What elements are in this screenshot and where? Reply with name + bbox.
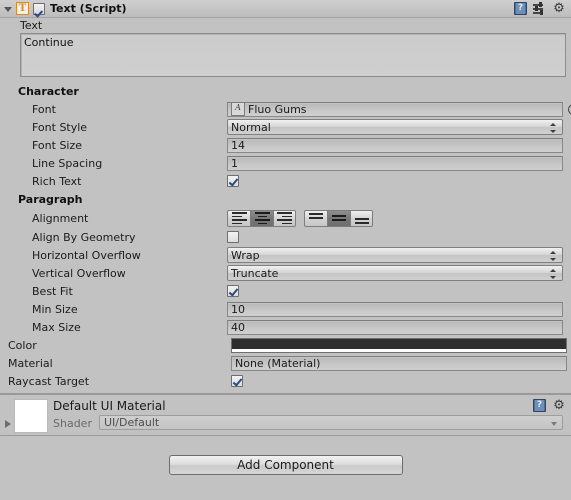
- row-alignment: Alignment: [0, 208, 571, 228]
- min-size-input[interactable]: 10: [227, 301, 563, 317]
- text-component-icon-letter: T: [18, 3, 27, 14]
- row-max-size: Max Size 40: [0, 318, 571, 336]
- best-fit-label: Best Fit: [32, 284, 73, 298]
- unity-inspector-panel: T Text (Script) ? ⚙ Text Continue Charac…: [0, 0, 571, 500]
- alignment-label: Alignment: [32, 211, 89, 225]
- raycast-target-checkbox[interactable]: [231, 375, 243, 387]
- shader-label: Shader: [53, 417, 92, 430]
- line-spacing-label: Line Spacing: [32, 156, 103, 170]
- align-bottom-button[interactable]: [350, 209, 373, 227]
- text-property-label-row: Text: [0, 18, 571, 33]
- text-property-label: Text: [20, 19, 43, 32]
- max-size-input[interactable]: 40: [227, 319, 563, 335]
- chevron-updown-icon: [550, 123, 557, 133]
- align-by-geometry-label: Align By Geometry: [32, 230, 136, 244]
- line-spacing-input[interactable]: 1: [227, 155, 563, 171]
- add-component-wrap: Add Component: [0, 455, 571, 475]
- material-header-icons: ? ⚙: [533, 399, 566, 412]
- material-subinspector: Default UI Material Shader UI/Default ? …: [0, 394, 571, 436]
- font-value: Fluo Gums: [248, 102, 307, 116]
- character-section-header: Character: [18, 84, 79, 98]
- vertical-alignment-group: [304, 209, 373, 227]
- font-object-picker-icon[interactable]: [566, 103, 571, 115]
- row-vertical-overflow: Vertical Overflow Truncate: [0, 264, 571, 282]
- chevron-down-icon: [551, 422, 557, 426]
- text-property-field-wrap: Continue: [0, 33, 571, 77]
- row-material: Material None (Material): [0, 354, 571, 372]
- row-color: Color: [0, 336, 571, 354]
- component-header-icons: ? ⚙: [514, 2, 566, 15]
- row-font-size: Font Size 14: [0, 136, 571, 154]
- add-component-button[interactable]: Add Component: [168, 455, 403, 475]
- row-rich-text: Rich Text: [0, 172, 571, 190]
- material-field[interactable]: None (Material): [231, 355, 567, 371]
- horizontal-alignment-group: [227, 209, 296, 227]
- gear-icon[interactable]: ⚙: [552, 2, 566, 15]
- material-label: Material: [8, 356, 53, 370]
- shader-dropdown[interactable]: UI/Default: [99, 415, 563, 430]
- help-icon[interactable]: ?: [514, 2, 527, 15]
- row-line-spacing: Line Spacing 1: [0, 154, 571, 172]
- shader-value: UI/Default: [104, 416, 160, 429]
- color-swatch[interactable]: [231, 337, 567, 353]
- chevron-updown-icon: [550, 269, 557, 279]
- material-title: Default UI Material: [53, 399, 166, 413]
- color-alpha-bar: [232, 348, 566, 352]
- max-size-label: Max Size: [32, 320, 81, 334]
- font-field[interactable]: A Fluo Gums: [227, 101, 563, 117]
- color-label: Color: [8, 338, 37, 352]
- component-title: Text (Script): [50, 2, 127, 15]
- chevron-updown-icon: [550, 251, 557, 261]
- align-center-button[interactable]: [250, 209, 273, 227]
- min-size-label: Min Size: [32, 302, 78, 316]
- row-font: Font A Fluo Gums: [0, 100, 571, 118]
- component-header[interactable]: T Text (Script) ? ⚙: [0, 0, 571, 18]
- row-align-by-geometry: Align By Geometry: [0, 228, 571, 246]
- font-asset-icon: A: [231, 102, 245, 116]
- gear-icon[interactable]: ⚙: [552, 399, 566, 412]
- component-enabled-checkbox[interactable]: [33, 2, 45, 15]
- align-left-button[interactable]: [227, 209, 250, 227]
- align-middle-button[interactable]: [327, 209, 350, 227]
- best-fit-checkbox[interactable]: [227, 285, 239, 297]
- font-label: Font: [32, 102, 56, 116]
- font-style-dropdown[interactable]: Normal: [227, 119, 563, 135]
- material-preview-thumbnail: [14, 399, 48, 433]
- preset-icon[interactable]: [533, 2, 546, 15]
- font-size-input[interactable]: 14: [227, 137, 563, 153]
- rich-text-label: Rich Text: [32, 174, 82, 188]
- row-min-size: Min Size 10: [0, 300, 571, 318]
- raycast-target-label: Raycast Target: [8, 374, 90, 388]
- text-component-icon: T: [16, 2, 29, 15]
- rich-text-checkbox[interactable]: [227, 175, 239, 187]
- align-top-button[interactable]: [304, 209, 327, 227]
- row-best-fit: Best Fit: [0, 282, 571, 300]
- vertical-overflow-value: Truncate: [231, 266, 279, 280]
- text-input[interactable]: Continue: [20, 33, 566, 77]
- vertical-overflow-dropdown[interactable]: Truncate: [227, 265, 563, 281]
- horizontal-overflow-label: Horizontal Overflow: [32, 248, 141, 262]
- help-icon[interactable]: ?: [533, 399, 546, 412]
- row-font-style: Font Style Normal: [0, 118, 571, 136]
- horizontal-overflow-value: Wrap: [231, 248, 260, 262]
- font-style-value: Normal: [231, 120, 271, 134]
- row-horizontal-overflow: Horizontal Overflow Wrap: [0, 246, 571, 264]
- material-foldout-arrow[interactable]: [5, 420, 11, 428]
- font-style-label: Font Style: [32, 120, 88, 134]
- horizontal-overflow-dropdown[interactable]: Wrap: [227, 247, 563, 263]
- font-size-label: Font Size: [32, 138, 83, 152]
- align-by-geometry-checkbox[interactable]: [227, 231, 239, 243]
- component-foldout-arrow[interactable]: [4, 3, 15, 14]
- vertical-overflow-label: Vertical Overflow: [32, 266, 126, 280]
- paragraph-section-header: Paragraph: [18, 192, 83, 206]
- align-right-button[interactable]: [273, 209, 296, 227]
- row-raycast-target: Raycast Target: [0, 372, 571, 390]
